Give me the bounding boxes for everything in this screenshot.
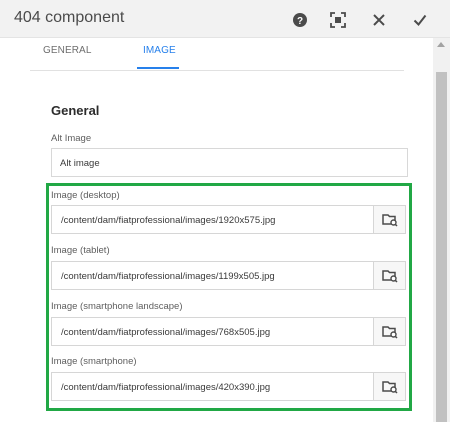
scrollbar[interactable] [433,38,450,422]
alt-image-label: Alt Image [51,133,92,144]
highlight-box [46,183,412,411]
checkmark-icon [413,14,427,27]
scrollbar-thumb[interactable] [436,72,447,422]
dialog: 404 component ? GENERAL IMAGE General Al… [0,0,450,422]
tab-bar: GENERAL IMAGE [30,38,404,71]
alt-image-input[interactable]: Alt image [51,148,408,177]
fullscreen-icon [330,12,346,28]
svg-text:?: ? [297,16,303,27]
scroll-up-arrow-icon[interactable] [437,42,445,47]
close-icon [373,14,385,26]
done-button[interactable] [408,8,432,32]
tab-image[interactable]: IMAGE [143,45,176,56]
close-button[interactable] [367,8,391,32]
fullscreen-button[interactable] [326,8,350,32]
help-button[interactable]: ? [288,8,312,32]
dialog-title: 404 component [14,9,125,26]
section-title: General [51,103,100,118]
help-icon: ? [293,13,307,27]
tab-general[interactable]: GENERAL [43,45,92,56]
active-tab-indicator [137,67,179,69]
dialog-header: 404 component ? [0,0,450,38]
